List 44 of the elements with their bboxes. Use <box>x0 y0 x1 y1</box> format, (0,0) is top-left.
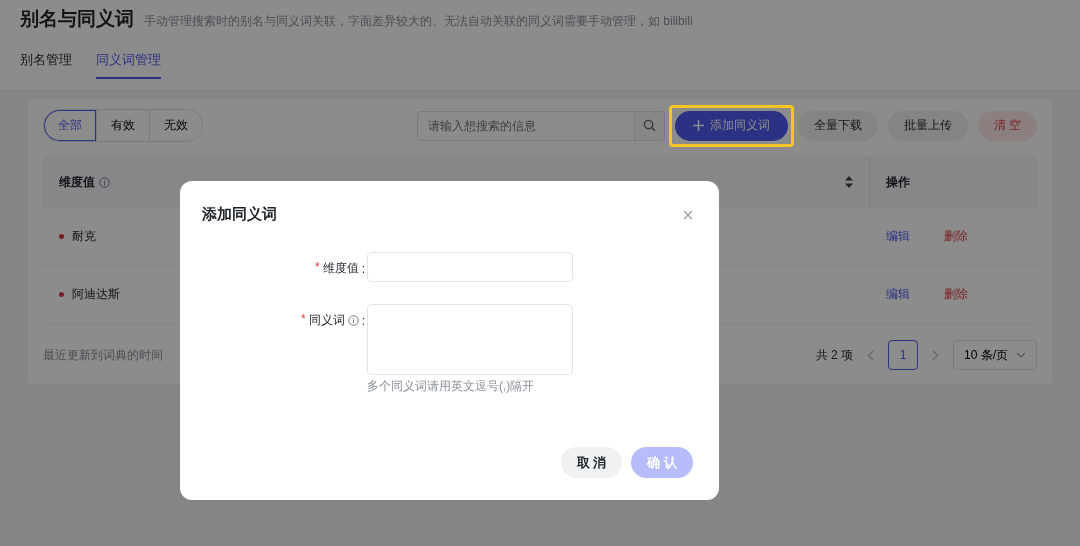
field-hint: 多个同义词请用英文逗号(,)隔开 <box>367 378 536 395</box>
page-title: 别名与同义词 <box>20 7 134 31</box>
input-field[interactable] <box>367 304 573 375</box>
required-mark: * <box>315 260 320 274</box>
search-icon <box>642 119 656 132</box>
label-colon: : <box>361 261 365 276</box>
filter-option[interactable]: 无效 <box>149 110 202 141</box>
action-button[interactable]: 添加同义词 <box>674 110 788 141</box>
search-field[interactable]: 请输入想搜索的信息 <box>416 110 635 141</box>
tab[interactable]: 别名管理 <box>20 50 72 79</box>
table-cell: 耐克 <box>72 229 96 243</box>
total-count: 共 2 项 <box>815 346 853 364</box>
input-field[interactable] <box>367 252 573 282</box>
delete-link[interactable]: 删除 <box>943 287 968 301</box>
next-page-icon[interactable] <box>932 349 939 361</box>
bullet-dot <box>59 234 64 240</box>
field-label: 同义词 <box>308 312 345 329</box>
label-colon: : <box>361 313 365 328</box>
page-size-select[interactable]: 10 条/页 <box>953 340 1037 370</box>
field-label: 维度值 <box>322 260 359 277</box>
chevron-down-icon <box>1016 352 1026 358</box>
action-button[interactable]: 全量下载 <box>797 110 878 141</box>
edit-link[interactable]: 编辑 <box>885 287 910 301</box>
update-time-label: 最近更新到词典的时间 <box>43 346 163 364</box>
sort-icon[interactable] <box>845 176 853 188</box>
required-mark: * <box>301 312 306 326</box>
page-button[interactable]: 1 <box>888 340 918 370</box>
cancel-button[interactable]: 取 消 <box>560 447 623 478</box>
edit-link[interactable]: 编辑 <box>885 229 910 243</box>
dialog-title: 添加同义词 <box>202 205 277 224</box>
column-header: 维度值 <box>59 173 95 191</box>
column-header: 操作 <box>886 173 910 191</box>
delete-link[interactable]: 删除 <box>943 229 968 243</box>
plus-icon <box>692 120 704 131</box>
page-description: 手动管理搜索时的别名与同义词关联，字面差异较大的、无法自动关联的同义词需要手动管理，如 bilibili <box>144 13 693 30</box>
search-button[interactable] <box>634 110 665 141</box>
tab[interactable]: 同义词管理 <box>96 50 161 79</box>
prev-page-icon[interactable] <box>867 349 874 361</box>
action-button[interactable]: 清 空 <box>977 110 1037 141</box>
filter-option[interactable]: 全部 <box>44 110 96 141</box>
action-button[interactable]: 批量上传 <box>887 110 968 141</box>
close-icon[interactable] <box>683 209 693 220</box>
table-cell: 阿迪达斯 <box>72 287 120 301</box>
bullet-dot <box>59 292 64 298</box>
